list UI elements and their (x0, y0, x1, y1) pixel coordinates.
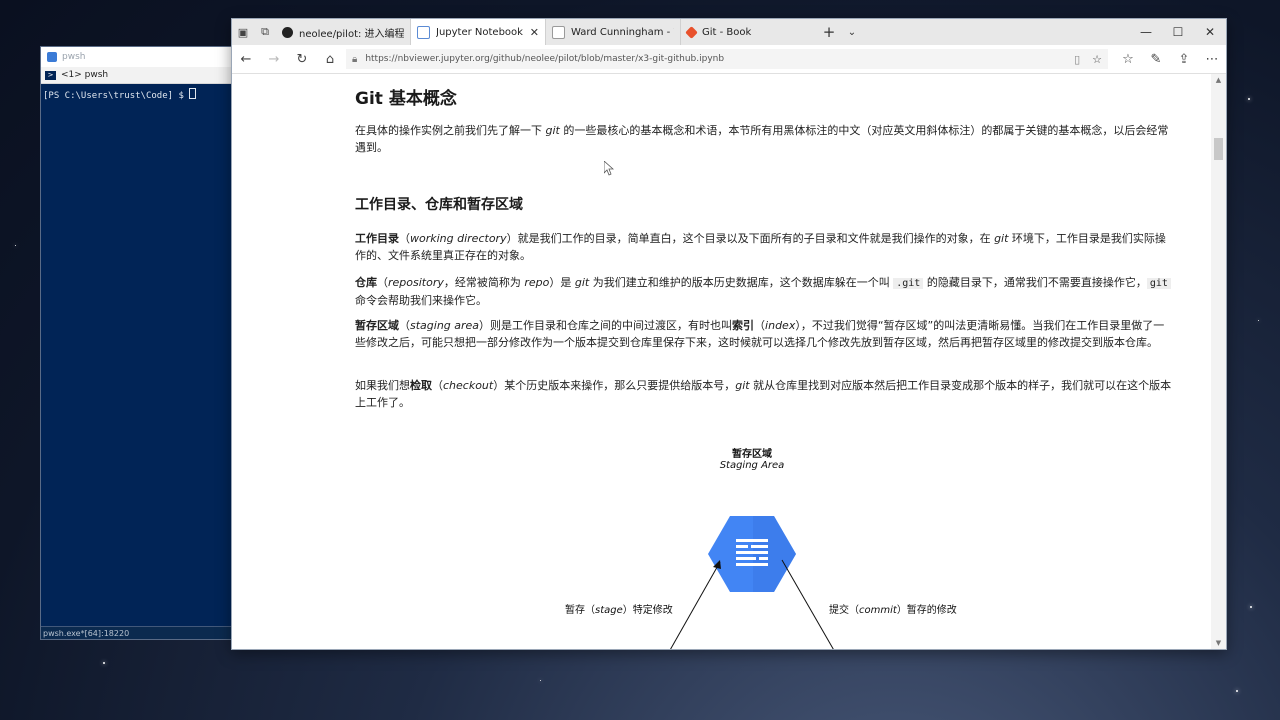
text: 提交（ (829, 605, 859, 616)
vertical-scrollbar[interactable]: ▲ ▼ (1211, 74, 1226, 649)
tab-label: neolee/pilot: 进入编程世界的 (299, 28, 404, 40)
star (540, 680, 541, 681)
powershell-icon: > (45, 70, 56, 80)
star (15, 245, 16, 246)
mouse-pointer-icon (604, 161, 614, 176)
terminal-console[interactable]: [PS C:\Users\trust\Code] $ (41, 84, 233, 620)
address-bar[interactable]: 🔒︎ https://nbviewer.jupyter.org/github/n… (346, 49, 1108, 69)
star (103, 662, 105, 664)
home-icon[interactable]: ⌂ (316, 52, 344, 67)
star (1258, 320, 1259, 321)
browser-window[interactable]: ▣ ⧉ neolee/pilot: 进入编程世界的 Jupyter Notebo… (231, 18, 1227, 650)
close-tab-icon[interactable]: ✕ (530, 26, 539, 39)
back-icon[interactable]: ← (232, 52, 260, 67)
close-window-icon[interactable]: ✕ (1194, 19, 1226, 45)
scroll-thumb[interactable] (1214, 138, 1223, 160)
tab-git-book[interactable]: Git - Book (681, 19, 816, 45)
set-tabs-aside-icon[interactable]: ▣ (232, 19, 254, 45)
tab-label: Jupyter Notebook View (436, 26, 524, 38)
lock-icon: 🔒︎ (352, 53, 358, 65)
text: ）暂存的修改 (896, 605, 957, 616)
refresh-icon[interactable]: ↻ (288, 52, 316, 67)
commit-label: 提交（commit）暂存的修改 (829, 601, 979, 616)
scroll-up-icon[interactable]: ▲ (1211, 76, 1226, 84)
wiki-page-icon (552, 25, 565, 39)
text: ）特定修改 (622, 605, 673, 616)
reading-view-icon[interactable]: ▯ (1074, 53, 1080, 66)
window-controls: — ☐ ✕ (1130, 19, 1226, 45)
tab-bar: ▣ ⧉ neolee/pilot: 进入编程世界的 Jupyter Notebo… (232, 19, 1226, 45)
share-icon[interactable]: ⇪ (1170, 52, 1198, 67)
terminal-status: pwsh.exe*[64]:18220 (41, 626, 233, 639)
terminal-app-icon (47, 52, 57, 62)
forward-icon[interactable]: → (260, 52, 288, 67)
tab-jupyter[interactable]: Jupyter Notebook View ✕ (411, 19, 546, 45)
terminal-titlebar[interactable]: pwsh (41, 47, 233, 67)
text-en: commit (859, 605, 897, 616)
terminal-tab[interactable]: > <1> pwsh (41, 67, 233, 84)
address-url[interactable]: https://nbviewer.jupyter.org/github/neol… (365, 54, 1062, 64)
pen-icon[interactable]: ✎ (1142, 52, 1170, 67)
text: 暂存（ (565, 605, 595, 616)
minimize-icon[interactable]: — (1130, 19, 1162, 45)
stage-label: 暂存（stage）特定修改 (565, 601, 695, 616)
more-icon[interactable]: ⋯ (1198, 52, 1226, 67)
terminal-prompt: [PS C:\Users\trust\Code] $ (43, 91, 190, 101)
tab-github[interactable]: neolee/pilot: 进入编程世界的 (276, 19, 411, 45)
navigation-bar: ← → ↻ ⌂ 🔒︎ https://nbviewer.jupyter.org/… (232, 45, 1226, 74)
diagram-graphic (670, 516, 834, 649)
git-logo-icon (685, 25, 698, 39)
tab-label: Git - Book (702, 26, 752, 38)
maximize-icon[interactable]: ☐ (1162, 19, 1194, 45)
star (1250, 606, 1252, 608)
notebook-icon (417, 25, 430, 39)
scroll-down-icon[interactable]: ▼ (1211, 639, 1226, 647)
tab-label: Ward Cunningham - Wikipe (571, 26, 674, 38)
star (1236, 690, 1238, 692)
page-content[interactable]: Git 基本概念 在具体的操作实例之前我们先了解一下 git 的一些最核心的基本… (232, 74, 1211, 649)
terminal-window[interactable]: pwsh > <1> pwsh [PS C:\Users\trust\Code]… (40, 46, 234, 640)
terminal-tab-label: <1> pwsh (61, 70, 109, 80)
github-icon (282, 26, 293, 38)
terminal-cursor (189, 88, 197, 99)
terminal-title: pwsh (62, 52, 86, 62)
favorites-hub-icon[interactable]: ☆ (1114, 52, 1142, 67)
new-tab-button[interactable]: + (816, 19, 842, 45)
star (1248, 98, 1250, 100)
favorite-star-icon[interactable]: ☆ (1092, 53, 1102, 66)
tabs-aside-icon[interactable]: ⧉ (254, 19, 276, 45)
tab-preview-chevron-icon[interactable]: ⌄ (842, 19, 862, 45)
text-en: stage (595, 605, 623, 616)
tab-wikipedia[interactable]: Ward Cunningham - Wikipe (546, 19, 681, 45)
